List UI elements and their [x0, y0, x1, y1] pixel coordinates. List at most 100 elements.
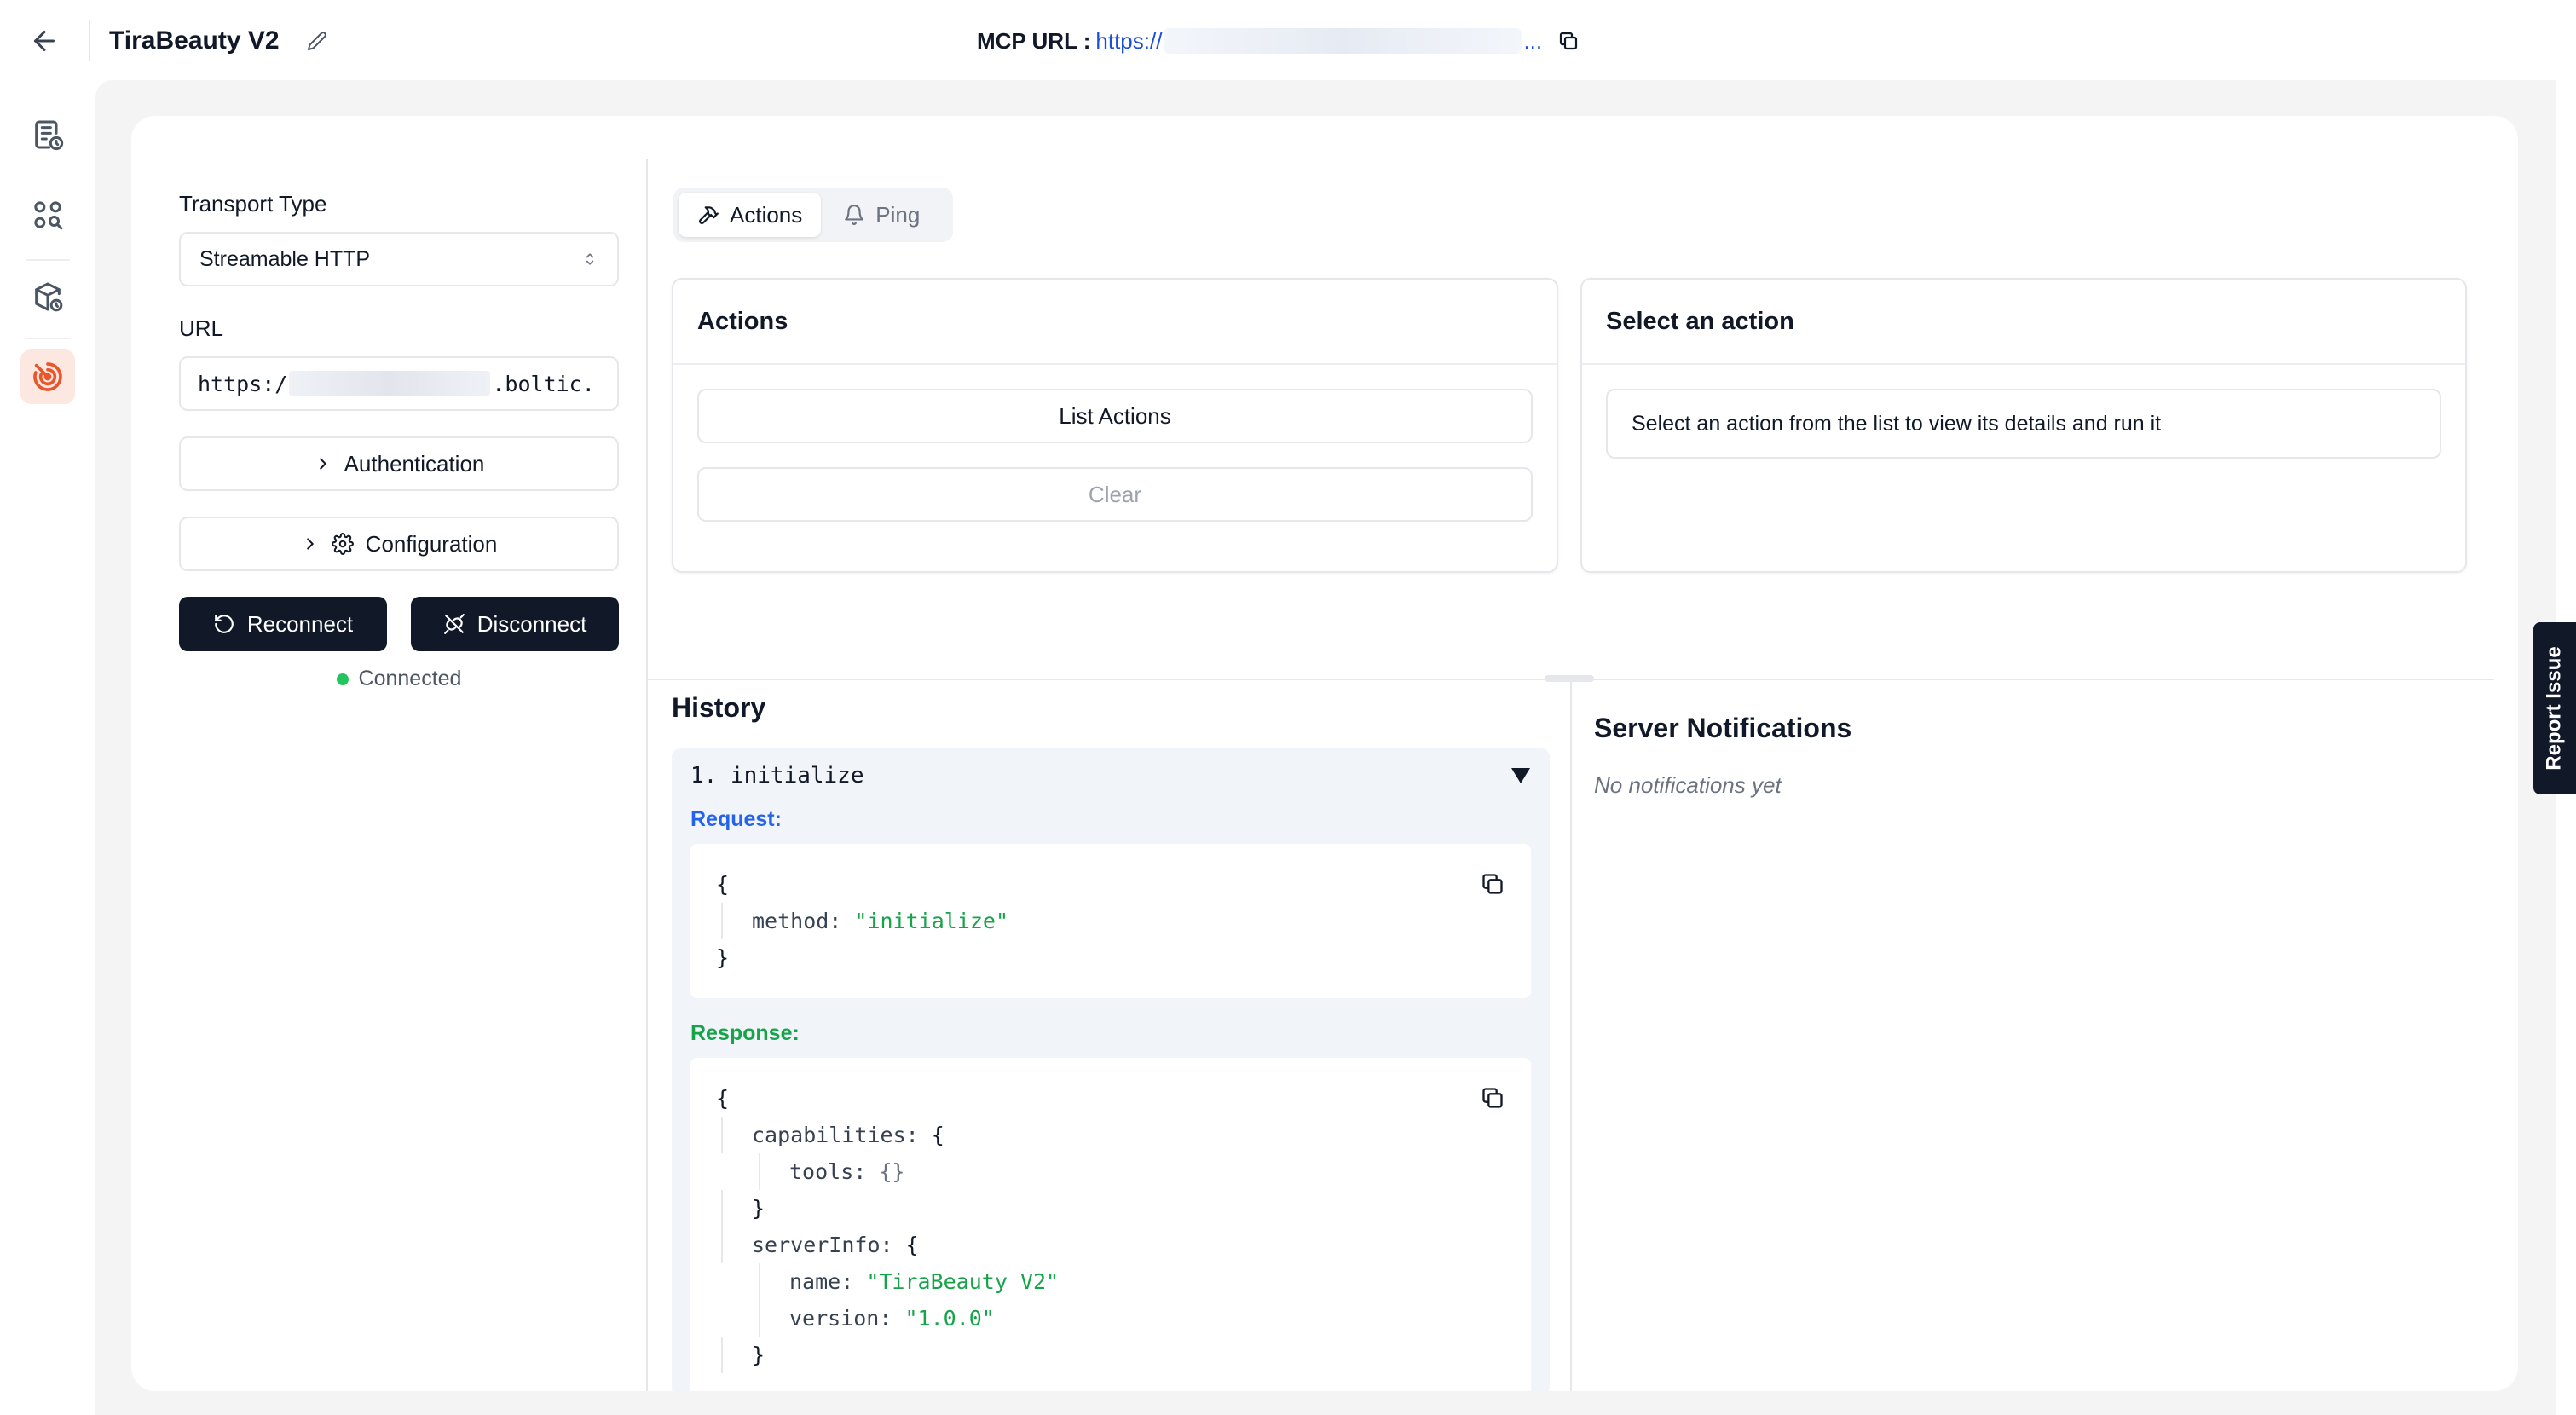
json-brace: {	[905, 1233, 919, 1257]
copy-response-button[interactable]	[1478, 1083, 1507, 1112]
connection-status: Connected	[179, 667, 619, 691]
report-issue-button[interactable]: Report Issue	[2533, 622, 2576, 794]
connection-config: Transport Type Streamable HTTP URL https…	[179, 189, 619, 691]
unplug-icon	[443, 614, 465, 634]
copy-request-button[interactable]	[1478, 869, 1507, 898]
document-clock-icon	[35, 120, 64, 151]
transport-type-select[interactable]: Streamable HTTP	[179, 232, 619, 286]
json-brace: {	[716, 872, 730, 897]
json-string: "TiraBeauty V2"	[866, 1269, 1060, 1294]
sidebar-item-mcp[interactable]	[20, 349, 75, 404]
history-title: History	[672, 692, 766, 723]
json-brace: }	[721, 1190, 1505, 1227]
inspector-card: Transport Type Streamable HTTP URL https…	[131, 116, 2518, 1391]
copy-icon	[1482, 874, 1503, 894]
mcp-url-label: MCP URL :	[977, 27, 1091, 54]
json-key: tools:	[789, 1159, 867, 1184]
mcp-url: MCP URL : https:// ...	[977, 24, 1581, 58]
chevron-right-icon	[306, 538, 314, 550]
transport-type-value: Streamable HTTP	[199, 246, 371, 271]
resize-handle[interactable]	[1545, 675, 1594, 682]
top-divider	[89, 20, 90, 61]
report-issue-label: Report Issue	[2543, 646, 2566, 771]
json-line: version: "1.0.0"	[759, 1300, 1505, 1337]
url-input[interactable]: https:/ .boltic.	[179, 356, 619, 411]
json-key: serverInfo:	[752, 1233, 893, 1257]
response-code: { capabilities: { tools: {} } serverInfo…	[690, 1058, 1531, 1391]
app-title: TiraBeauty V2	[109, 26, 280, 55]
configuration-toggle[interactable]: Configuration	[179, 517, 619, 571]
sidebar	[0, 82, 95, 1415]
refresh-icon	[215, 615, 234, 633]
history-item-header[interactable]: 1. initialize	[672, 748, 1550, 803]
actions-panel: Actions List Actions Clear	[672, 278, 1558, 573]
json-string: "1.0.0"	[904, 1306, 995, 1331]
history-divider	[1570, 680, 1572, 1391]
json-line: name: "TiraBeauty V2"	[759, 1263, 1505, 1300]
action-details-message: Select an action from the list to view i…	[1606, 389, 2441, 459]
tab-actions-label: Actions	[730, 201, 803, 228]
response-label: Response:	[690, 1021, 800, 1045]
authentication-toggle[interactable]: Authentication	[179, 436, 619, 491]
mcp-url-ellipsis: ...	[1523, 27, 1543, 54]
arrow-left-icon	[34, 31, 55, 51]
copy-icon	[1560, 32, 1578, 50]
request-label: Request:	[690, 807, 782, 831]
reconnect-button[interactable]: Reconnect	[179, 597, 387, 651]
broadcast-icon	[33, 362, 62, 391]
notifications-empty: No notifications yet	[1594, 772, 1782, 798]
bell-icon	[845, 205, 864, 225]
copy-mcp-url-button[interactable]	[1556, 28, 1581, 54]
json-brace: }	[716, 945, 730, 970]
url-label: URL	[179, 315, 224, 341]
grid-search-icon	[34, 201, 63, 230]
status-dot	[336, 673, 349, 685]
status-text: Connected	[358, 667, 462, 690]
list-actions-button[interactable]: List Actions	[697, 389, 1533, 443]
json-value: {}	[879, 1159, 905, 1184]
json-brace: }	[721, 1337, 1505, 1373]
actions-panel-title: Actions	[673, 280, 1557, 365]
pencil-icon	[308, 32, 326, 50]
url-prefix: https:/	[198, 371, 288, 396]
json-line: serverInfo: {	[721, 1227, 1505, 1263]
panel-divider	[646, 159, 648, 1391]
back-button[interactable]	[26, 22, 63, 60]
sidebar-item-explore[interactable]	[20, 188, 75, 242]
sidebar-item-packages[interactable]	[20, 269, 75, 324]
copy-icon	[1482, 1088, 1503, 1108]
sidebar-item-logs[interactable]	[20, 107, 75, 162]
clear-button[interactable]: Clear	[697, 467, 1533, 522]
sidebar-divider	[26, 259, 70, 261]
action-details-title: Select an action	[1582, 280, 2465, 365]
json-key: method:	[752, 909, 842, 933]
json-string: "initialize"	[854, 909, 1009, 933]
url-suffix: .boltic.	[492, 371, 595, 396]
disconnect-label: Disconnect	[477, 610, 587, 637]
json-brace: {	[716, 1086, 730, 1111]
chevron-right-icon	[319, 458, 326, 470]
server-notifications-title: Server Notifications	[1594, 713, 1852, 743]
url-redacted	[289, 371, 491, 396]
json-key: version:	[789, 1306, 892, 1331]
disconnect-button[interactable]: Disconnect	[411, 597, 619, 651]
tab-bar: Actions Ping	[673, 188, 953, 242]
gear-icon	[331, 533, 354, 555]
package-clock-icon	[35, 282, 63, 312]
hammer-icon	[699, 206, 719, 224]
json-brace: {	[931, 1123, 944, 1147]
tab-ping[interactable]: Ping	[824, 193, 939, 237]
history-item: 1. initialize Request: { method: "initia…	[672, 748, 1550, 1391]
sidebar-divider	[26, 338, 70, 339]
json-key: capabilities:	[752, 1123, 919, 1147]
chevron-up-down-icon	[586, 253, 594, 265]
mcp-url-redacted	[1164, 28, 1522, 54]
json-line: tools: {}	[759, 1153, 1505, 1190]
mcp-url-link[interactable]: https://	[1095, 28, 1162, 55]
top-bar: TiraBeauty V2 MCP URL : https:// ...	[0, 0, 2576, 82]
edit-title-button[interactable]	[303, 27, 331, 55]
json-line: capabilities: {	[721, 1117, 1505, 1153]
tab-actions[interactable]: Actions	[679, 193, 822, 237]
triangle-down-icon	[1511, 768, 1530, 783]
request-code: { method: "initialize" }	[690, 844, 1531, 998]
